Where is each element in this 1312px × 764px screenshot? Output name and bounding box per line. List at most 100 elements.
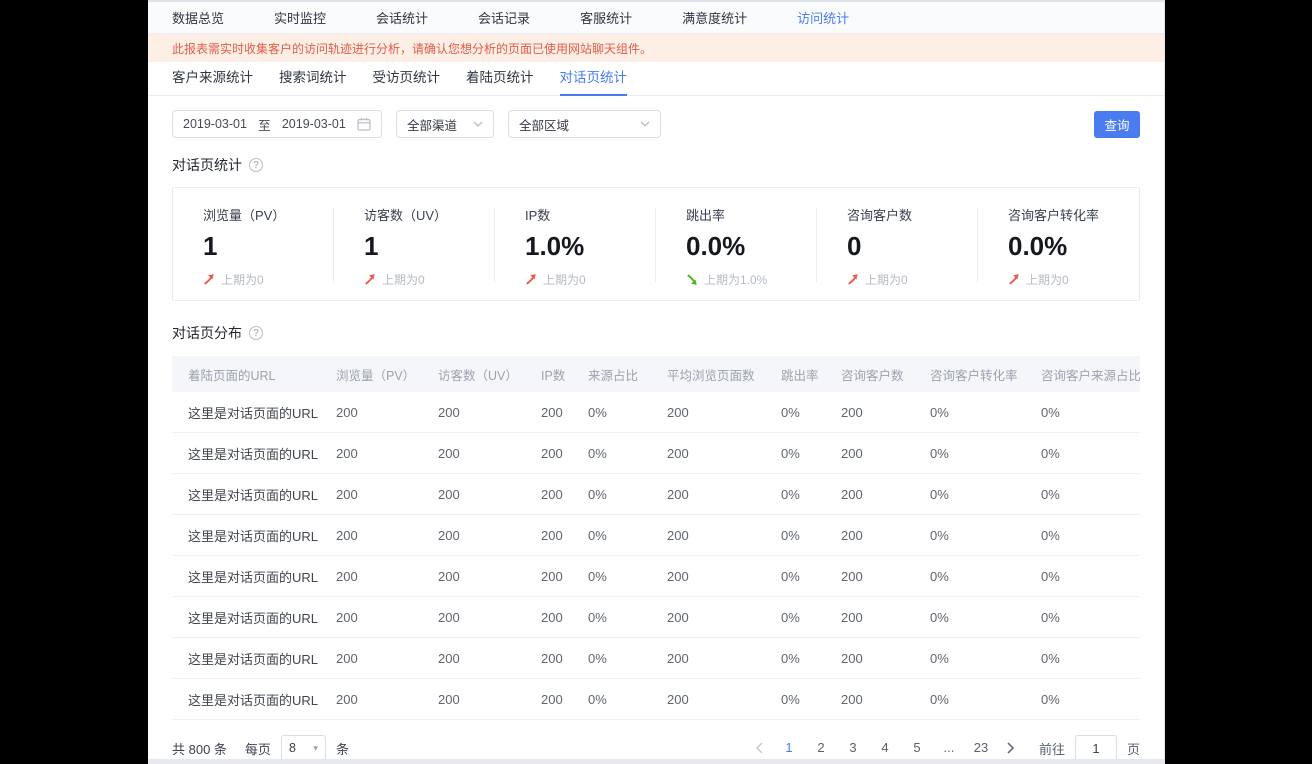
stat-card-consult-customers: 咨询客户数 0 上期为0 (817, 188, 978, 300)
table-cell: 0% (930, 404, 949, 420)
stat-delta: 上期为0 (1008, 271, 1139, 288)
table-cell: 200 (541, 527, 563, 543)
table-cell: 0% (1041, 486, 1060, 502)
table-header-cell: 咨询客户转化率 (930, 368, 1018, 383)
table-cell: 0% (1041, 568, 1060, 584)
next-page-icon[interactable] (997, 734, 1025, 762)
trend-arrow-icon (686, 273, 698, 286)
table-cell: 200 (841, 691, 863, 707)
warning-banner-text: 此报表需实时收集客户的访问轨迹进行分析，请确认您想分析的页面已使用网站聊天组件。 (172, 41, 653, 56)
table-row: 这里是对话页面的URL 200 200 200 0% 200 0% 200 0% 0% (172, 597, 1140, 638)
top-nav-item-visit-stats[interactable]: 访问统计 (797, 8, 849, 27)
page-ellipsis[interactable]: ... (936, 734, 962, 762)
page-number-3[interactable]: 3 (840, 734, 866, 762)
region-select-value: 全部区域 (519, 118, 570, 133)
goto-page-label: 前往 (1038, 741, 1065, 757)
chevron-down-icon (640, 121, 650, 127)
stat-value: 1 (364, 231, 379, 261)
table-cell: 0% (930, 527, 949, 543)
stat-delta-text: 上期为0 (865, 273, 908, 287)
horizontal-scrollbar[interactable] (148, 759, 1164, 764)
table-cell: 200 (667, 486, 689, 502)
channel-select[interactable]: 全部渠道 (396, 110, 494, 138)
sub-tab-visited-pages[interactable]: 受访页统计 (373, 62, 441, 96)
total-count-label: 共 800 条 (172, 741, 227, 757)
top-nav-item-session-records[interactable]: 会话记录 (478, 8, 530, 27)
sub-tab-chat-pages[interactable]: 对话页统计 (559, 62, 627, 96)
page-number-5[interactable]: 5 (904, 734, 930, 762)
table-cell: 200 (438, 404, 460, 420)
top-nav: 数据总览 实时监控 会话统计 会话记录 客服统计 满意度统计 访问统计 (148, 0, 1164, 34)
table-header-row: 着陆页面的URL 浏览量（PV） 访客数（UV） IP数 来源占比 平均浏览页面数 跳出率 咨… (172, 356, 1140, 392)
table-cell: 200 (541, 691, 563, 707)
distribution-section-title-text: 对话页分布 (172, 325, 242, 341)
stat-value: 1 (203, 231, 218, 261)
sub-tabs: 客户来源统计 搜索词统计 受访页统计 着陆页统计 对话页统计 (148, 62, 1164, 96)
table-cell: 0% (588, 568, 607, 584)
top-nav-item-satisfaction[interactable]: 满意度统计 (682, 8, 747, 27)
table-cell: 200 (336, 486, 358, 502)
table-row: 这里是对话页面的URL 200 200 200 0% 200 0% 200 0% 0% (172, 679, 1140, 720)
table-header-cell: 浏览量（PV） (336, 368, 416, 383)
stat-card-conversion-rate: 咨询客户转化率 0.0% 上期为0 (978, 188, 1139, 300)
table-cell: 200 (438, 568, 460, 584)
table-cell: 200 (438, 691, 460, 707)
date-range-picker[interactable]: 2019-03-01 至 2019-03-01 (172, 110, 382, 138)
table-cell: 0% (781, 486, 800, 502)
table-cell: 0% (1041, 445, 1060, 461)
top-nav-item-agent-stats[interactable]: 客服统计 (580, 8, 632, 27)
table-cell: 200 (541, 486, 563, 502)
page-size-select[interactable]: 8 ▾ (280, 735, 326, 761)
stat-label: 访客数（UV） (364, 208, 448, 223)
goto-page-input[interactable] (1074, 735, 1117, 761)
analytics-app-window: 数据总览 实时监控 会话统计 会话记录 客服统计 满意度统计 访问统计 此报表需… (148, 0, 1165, 764)
table-cell: 200 (841, 486, 863, 502)
top-nav-item-data-overview[interactable]: 数据总览 (172, 8, 224, 27)
table-cell: 0% (588, 609, 607, 625)
stat-delta-text: 上期为0 (1026, 273, 1069, 287)
stat-label: IP数 (525, 208, 551, 223)
table-cell: 0% (930, 568, 949, 584)
sub-tab-landing-pages[interactable]: 着陆页统计 (466, 62, 534, 96)
page-number-23[interactable]: 23 (968, 734, 994, 762)
distribution-section-title: 对话页分布 ? (172, 323, 1140, 343)
stat-label: 咨询客户转化率 (1008, 208, 1100, 223)
table-cell: 0% (781, 445, 800, 461)
stat-label: 浏览量（PV） (203, 208, 286, 223)
query-button[interactable]: 查询 (1094, 110, 1140, 138)
date-separator: 至 (258, 118, 271, 133)
top-nav-item-session-stats[interactable]: 会话统计 (376, 8, 428, 27)
stats-summary-card: 浏览量（PV） 1 上期为0 访客数（UV） 1 上期为0 IP数 1.0% 上… (172, 187, 1140, 301)
table-header-cell: 咨询客户来源占比 (1041, 368, 1140, 383)
table-cell: 0% (781, 404, 800, 420)
warning-banner: 此报表需实时收集客户的访问轨迹进行分析，请确认您想分析的页面已使用网站聊天组件。 (148, 34, 1164, 62)
table-cell: 200 (541, 445, 563, 461)
table-cell: 200 (841, 527, 863, 543)
region-select[interactable]: 全部区域 (508, 110, 661, 138)
table-row: 这里是对话页面的URL 200 200 200 0% 200 0% 200 0% 0% (172, 433, 1140, 474)
table-cell: 0% (781, 691, 800, 707)
table-cell: 200 (541, 609, 563, 625)
sub-tab-search-words[interactable]: 搜索词统计 (279, 62, 347, 96)
trend-arrow-icon (1008, 273, 1020, 286)
table-cell: 200 (336, 568, 358, 584)
table-header-cell: 咨询客户数 (841, 368, 904, 383)
page-number-4[interactable]: 4 (872, 734, 898, 762)
help-icon[interactable]: ? (249, 158, 263, 172)
help-icon[interactable]: ? (249, 326, 263, 340)
sub-tab-customer-source[interactable]: 客户来源统计 (172, 62, 253, 96)
page-number-1[interactable]: 1 (776, 734, 802, 762)
table-cell: 200 (438, 527, 460, 543)
table-header-cell: 跳出率 (781, 368, 819, 383)
calendar-icon (357, 117, 371, 131)
top-nav-item-realtime[interactable]: 实时监控 (274, 8, 326, 27)
unit-label: 条 (335, 741, 349, 757)
prev-page-icon[interactable] (745, 734, 773, 762)
stat-delta: 上期为0 (847, 271, 978, 288)
table-row: 这里是对话页面的URL 200 200 200 0% 200 0% 200 0% 0% (172, 638, 1140, 679)
stat-delta-text: 上期为0 (382, 273, 425, 287)
table-cell: 0% (588, 527, 607, 543)
table-body: 这里是对话页面的URL 200 200 200 0% 200 0% 200 0% 0% 这里是对话页… (172, 392, 1140, 720)
page-number-2[interactable]: 2 (808, 734, 834, 762)
pagination: 1 2 3 4 5 ... 23 前往 页 (745, 734, 1140, 762)
